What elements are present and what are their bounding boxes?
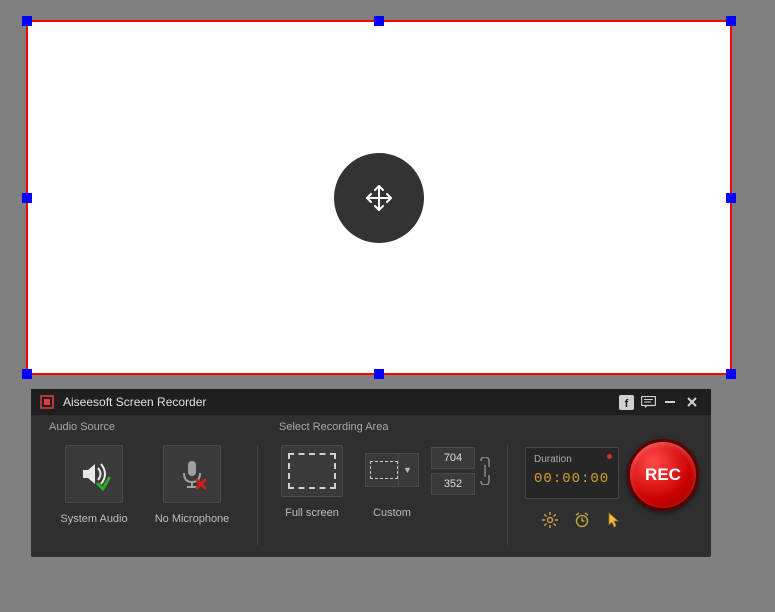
duration-label: Duration xyxy=(534,454,610,465)
custom-icon xyxy=(370,461,398,479)
separator xyxy=(257,445,258,545)
record-button-label: REC xyxy=(645,465,681,485)
resize-handle-w[interactable] xyxy=(22,193,32,203)
schedule-button[interactable] xyxy=(573,511,591,529)
duration-time: 00:00:00 xyxy=(534,471,610,487)
system-audio-label: System Audio xyxy=(49,513,139,525)
duration-panel[interactable]: Duration 00:00:00 xyxy=(525,447,619,499)
close-button[interactable] xyxy=(681,391,703,413)
height-input[interactable]: 352 xyxy=(431,473,475,495)
resize-handle-s[interactable] xyxy=(374,369,384,379)
app-title: Aiseesoft Screen Recorder xyxy=(63,395,206,409)
svg-text:f: f xyxy=(624,398,628,410)
resize-handle-ne[interactable] xyxy=(726,16,736,26)
resize-handle-n[interactable] xyxy=(374,16,384,26)
move-handle[interactable] xyxy=(334,153,424,243)
alarm-clock-icon xyxy=(574,512,590,528)
move-icon xyxy=(362,181,396,215)
settings-button[interactable] xyxy=(541,511,559,529)
minimize-button[interactable] xyxy=(659,391,681,413)
link-dimensions-icon[interactable] xyxy=(479,457,491,488)
speaker-icon xyxy=(76,456,112,492)
fullscreen-label: Full screen xyxy=(281,507,343,519)
fullscreen-button[interactable] xyxy=(281,445,343,497)
recording-indicator-icon xyxy=(607,454,612,459)
separator xyxy=(507,445,508,545)
resize-handle-se[interactable] xyxy=(726,369,736,379)
recording-selection-area[interactable] xyxy=(26,20,732,375)
fullscreen-icon xyxy=(288,453,336,489)
gear-icon xyxy=(542,512,558,528)
audio-source-label: Audio Source xyxy=(49,421,115,433)
record-button[interactable]: REC xyxy=(627,439,699,511)
system-audio-button[interactable] xyxy=(65,445,123,503)
custom-size-dropdown[interactable]: ▼ xyxy=(365,453,419,487)
custom-label: Custom xyxy=(365,507,419,519)
microphone-off-icon xyxy=(174,456,210,492)
feedback-button[interactable] xyxy=(637,391,659,413)
resize-handle-nw[interactable] xyxy=(22,16,32,26)
facebook-button[interactable]: f xyxy=(615,391,637,413)
microphone-label: No Microphone xyxy=(147,513,237,525)
cursor-highlight-button[interactable] xyxy=(605,511,623,529)
width-input[interactable]: 704 xyxy=(431,447,475,469)
recorder-window: Aiseesoft Screen Recorder f Audio Source… xyxy=(31,389,711,557)
microphone-button[interactable] xyxy=(163,445,221,503)
cursor-icon xyxy=(607,512,621,528)
recording-area-label: Select Recording Area xyxy=(279,421,388,433)
resize-handle-e[interactable] xyxy=(726,193,736,203)
titlebar[interactable]: Aiseesoft Screen Recorder f xyxy=(31,389,711,415)
resize-handle-sw[interactable] xyxy=(22,369,32,379)
app-logo-icon xyxy=(39,394,55,410)
dropdown-caret-icon: ▼ xyxy=(398,454,416,486)
